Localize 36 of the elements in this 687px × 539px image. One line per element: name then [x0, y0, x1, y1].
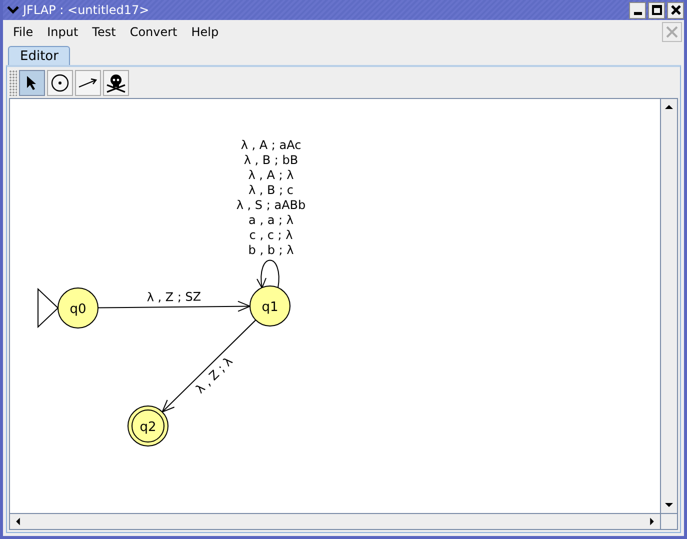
loop-arrow — [256, 260, 280, 290]
arrow-icon — [78, 76, 98, 88]
toolbar-grip[interactable] — [9, 70, 17, 96]
transition-label: λ , Z ; SZ — [146, 290, 202, 304]
window-title: JFLAP : <untitled17> — [23, 2, 150, 19]
transition-label: c , c ; λ — [249, 228, 293, 242]
transition-label: λ , A ; aAc — [240, 138, 302, 152]
transition-label: λ , B ; c — [248, 183, 294, 197]
close-button[interactable] — [667, 2, 684, 18]
transition-label: λ , S ; aABb — [236, 198, 306, 212]
transition-label: λ , Z ; λ — [193, 354, 236, 396]
close-icon — [666, 26, 678, 38]
close-icon — [670, 5, 680, 15]
editor-tab[interactable]: Editor — [8, 46, 70, 65]
menu-item[interactable]: Test — [92, 23, 116, 41]
chevron-icon[interactable] — [6, 5, 20, 15]
menu-item[interactable]: File — [13, 23, 34, 41]
state-label: q2 — [140, 420, 156, 435]
tool-button[interactable] — [103, 70, 129, 96]
circle-icon — [51, 74, 69, 92]
minimize-button[interactable] — [629, 2, 646, 18]
transition-label: λ , B ; bB — [244, 153, 298, 167]
transition-label: a , a ; λ — [248, 213, 294, 227]
tool-button[interactable] — [47, 70, 73, 96]
transition-label: b , b ; λ — [248, 243, 294, 257]
tool-button[interactable] — [75, 70, 101, 96]
skull-icon — [105, 72, 127, 92]
tool-button[interactable] — [19, 70, 45, 96]
menu-item[interactable]: Input — [47, 23, 78, 41]
state-label: q0 — [70, 302, 86, 317]
transition-label: λ , A ; λ — [248, 168, 294, 182]
state-label: q1 — [262, 300, 278, 315]
maximize-button[interactable] — [648, 2, 665, 18]
pointer-icon — [26, 74, 38, 90]
menu-item[interactable]: Help — [191, 23, 219, 41]
menu-item[interactable]: Convert — [130, 23, 178, 41]
